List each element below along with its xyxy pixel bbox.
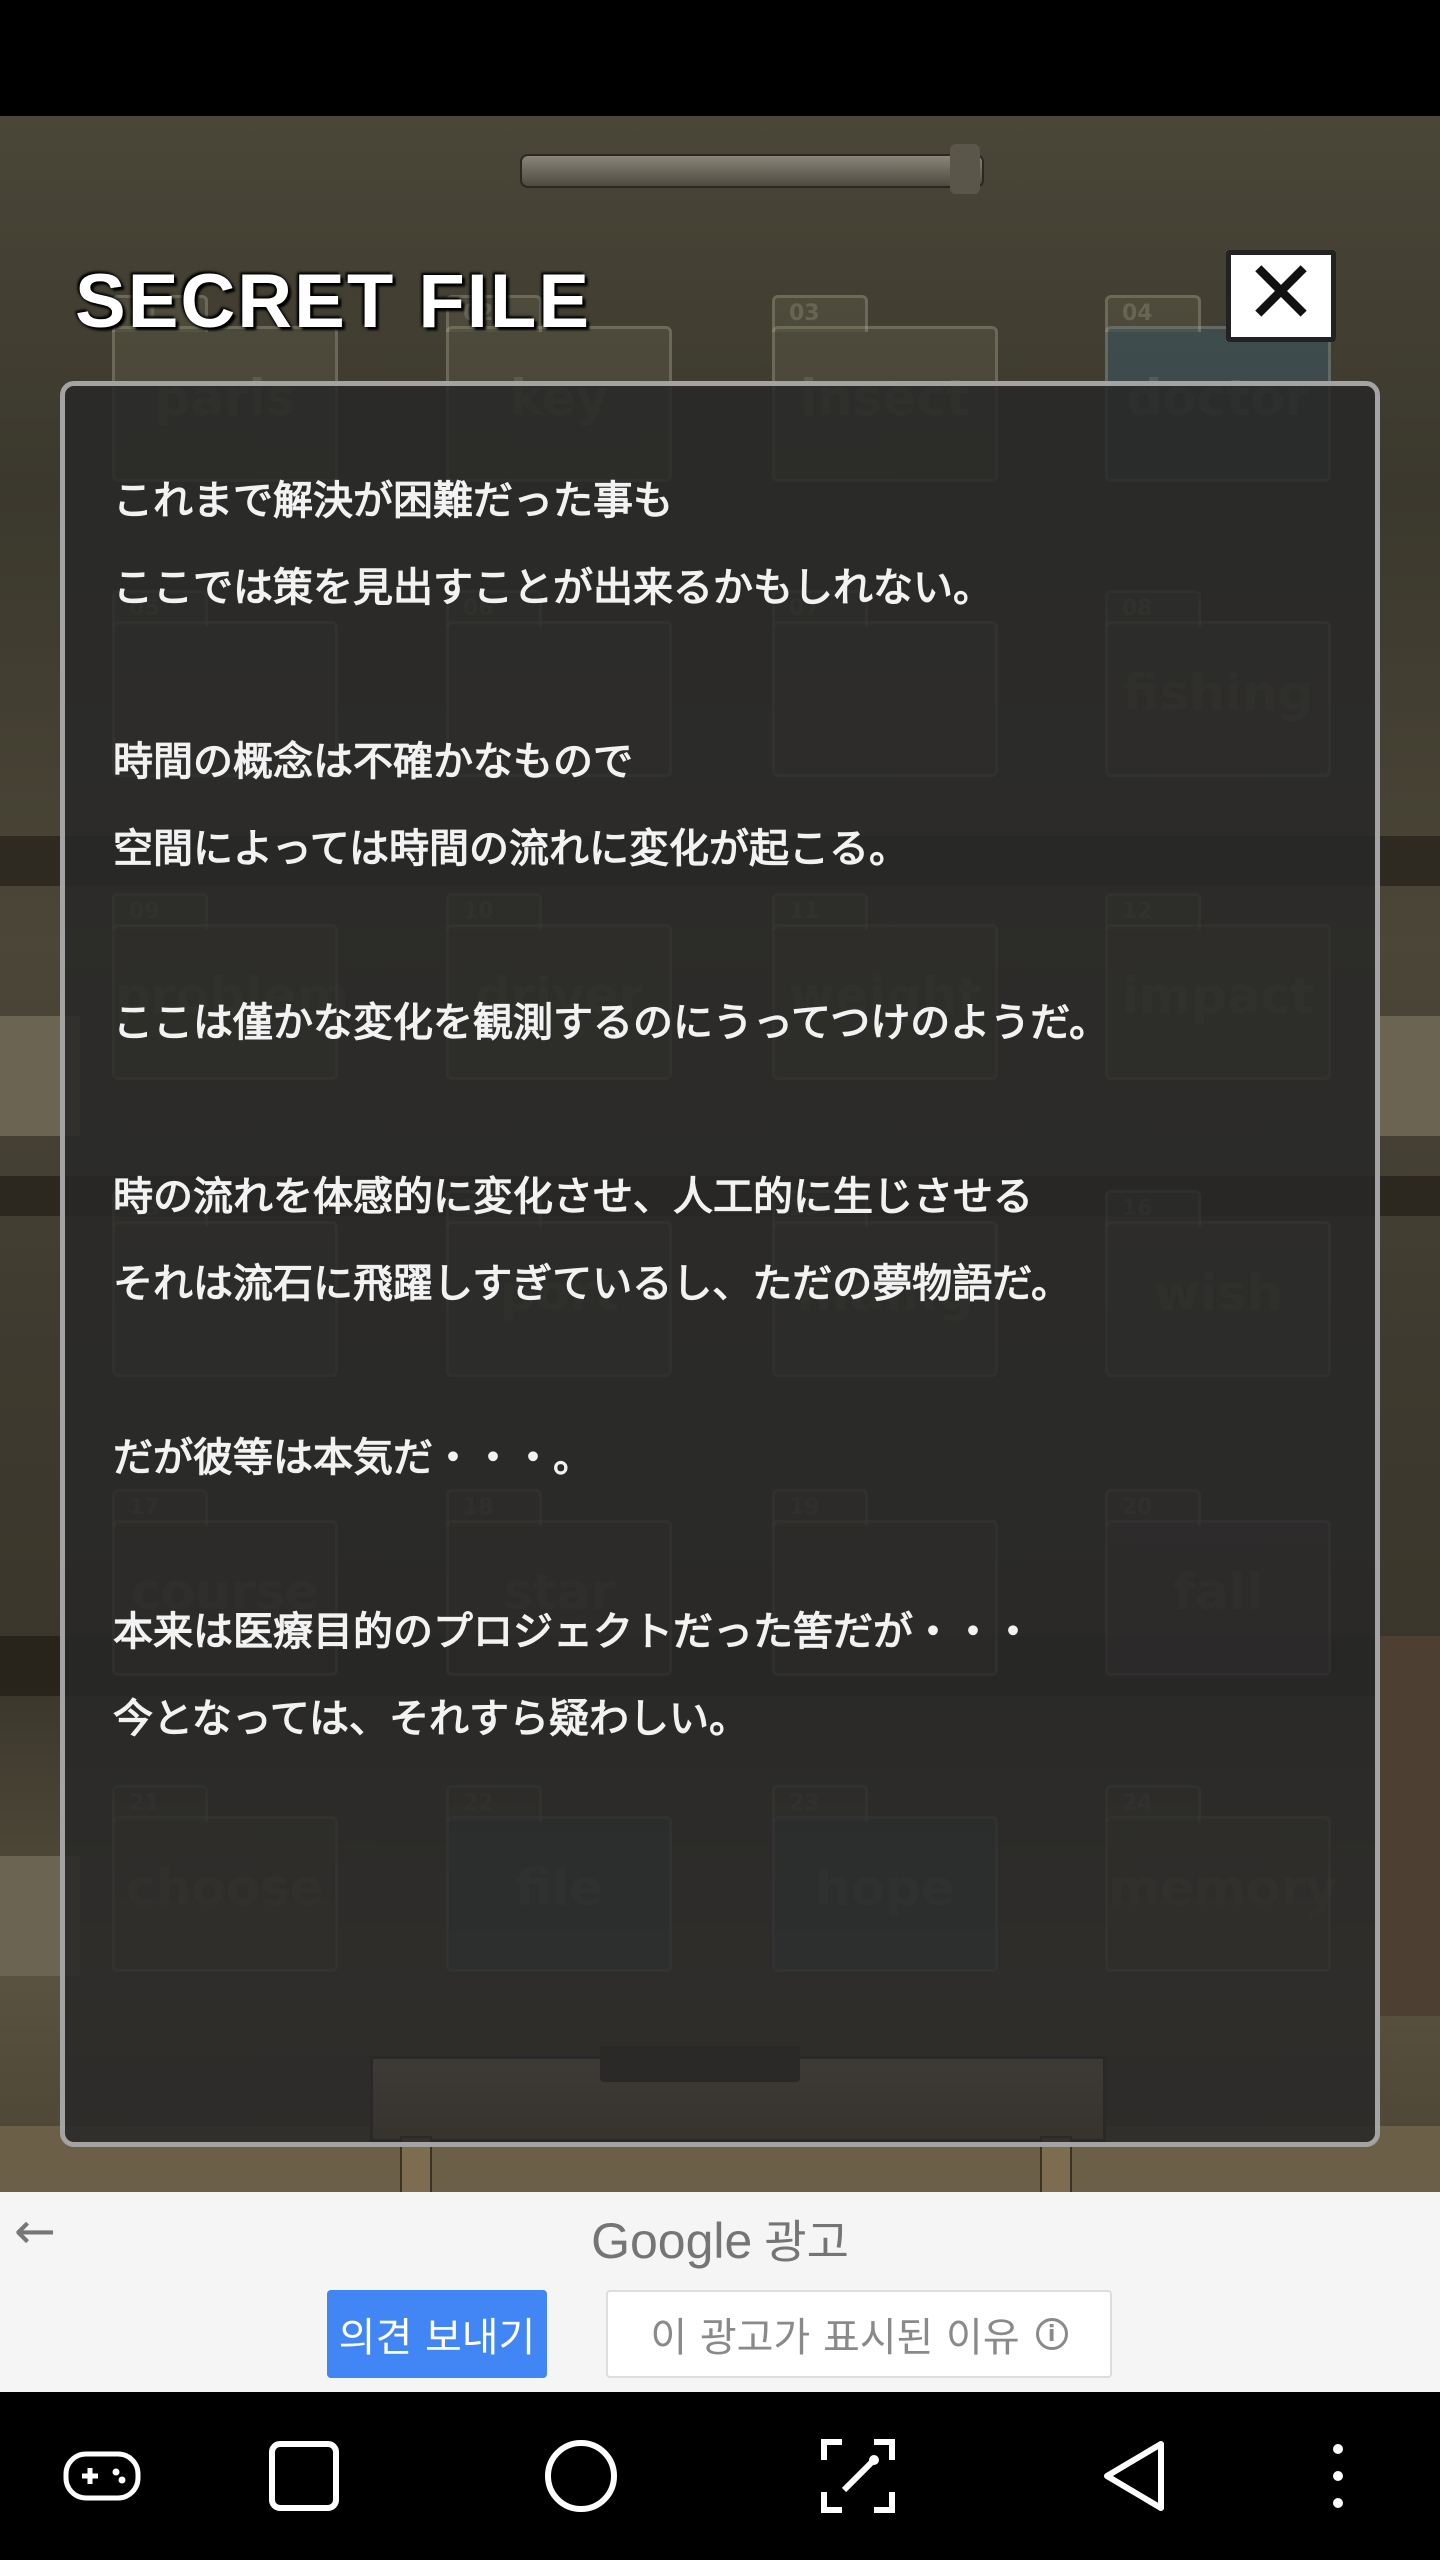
- text-line: 空間によっては時間の流れに変化が起こる。: [113, 826, 909, 872]
- navigation-bar: [0, 2392, 1440, 2560]
- ad-bar: ← Google 광고 의견 보내기 이 광고가 표시된 이유 i: [0, 2192, 1440, 2392]
- text-line: 今となっては、それすら疑わしい。: [113, 1696, 749, 1742]
- ad-header: Google 광고: [0, 2206, 1440, 2272]
- text-line: それは流石に飛躍しすぎているし、ただの夢物語だ。: [113, 1261, 1071, 1307]
- paragraph: 時の流れを体感的に変化させ、人工的に生じさせる それは流石に飛躍しすぎているし、…: [113, 1154, 1313, 1328]
- more-icon[interactable]: [1288, 2426, 1388, 2526]
- folder-number: 04: [1122, 301, 1153, 326]
- close-button[interactable]: ✕: [1226, 241, 1336, 344]
- shelf-right: [1380, 1016, 1440, 1136]
- info-icon: i: [1035, 2318, 1068, 2350]
- folder-tab: [1105, 295, 1201, 332]
- paragraph: これまで解決が困難だった事も ここでは策を見出すことが出来るかもしれない。: [113, 458, 1313, 632]
- why-this-ad-label: 이 광고가 표시된 이유: [650, 2315, 1020, 2361]
- text-line: ここは僅かな変化を観測するのにうってつけのようだ。: [113, 1000, 1109, 1046]
- status-bar: [0, 0, 1440, 116]
- text-line: 本来は医療目的のプロジェクトだった筈だが・・・: [113, 1609, 1033, 1655]
- text-line: 時の流れを体感的に変化させ、人工的に生じさせる: [113, 1174, 1033, 1220]
- gamepad-icon[interactable]: [52, 2426, 152, 2526]
- paragraph: 本来は医療目的のプロジェクトだった筈だが・・・ 今となっては、それすら疑わしい。: [113, 1589, 1313, 1763]
- home-icon[interactable]: [531, 2426, 631, 2526]
- paragraph: ここは僅かな変化を観測するのにうってつけのようだ。: [113, 980, 1313, 1067]
- text-line: だが彼等は本気だ・・・。: [113, 1435, 593, 1481]
- back-icon[interactable]: [1085, 2426, 1185, 2526]
- cabinet-right: [1380, 1636, 1440, 2016]
- game-area: 01paris02key03insect04doctor05060708fish…: [0, 116, 1440, 2192]
- text-line: 時間の概念は不確かなもので: [113, 739, 633, 785]
- google-logo: Google: [591, 2213, 753, 2269]
- ceiling-lamp: [520, 154, 984, 188]
- page-title: SECRET FILE: [75, 259, 592, 344]
- close-icon: ✕: [1244, 241, 1318, 344]
- text-line: ここでは策を見出すことが出来るかもしれない。: [113, 565, 993, 611]
- why-this-ad-button[interactable]: 이 광고가 표시된 이유 i: [606, 2290, 1112, 2378]
- paragraph: 時間の概念は不確かなもので 空間によっては時間の流れに変化が起こる。: [113, 719, 1313, 893]
- feedback-button[interactable]: 의견 보내기: [327, 2290, 547, 2378]
- folder-number: 03: [789, 301, 820, 326]
- lamp-cap: [950, 144, 980, 194]
- file-text: これまで解決が困難だった事も ここでは策を見出すことが出来るかもしれない。 時間…: [113, 458, 1313, 1763]
- screenshot-icon[interactable]: [808, 2426, 908, 2526]
- folder-tab: [772, 295, 868, 332]
- secret-file-panel: これまで解決が困難だった事も ここでは策を見出すことが出来るかもしれない。 時間…: [60, 381, 1380, 2147]
- recent-apps-icon[interactable]: [254, 2426, 354, 2526]
- text-line: これまで解決が困難だった事も: [113, 478, 673, 524]
- ad-label: 광고: [764, 2216, 849, 2268]
- paragraph: だが彼等は本気だ・・・。: [113, 1415, 1313, 1502]
